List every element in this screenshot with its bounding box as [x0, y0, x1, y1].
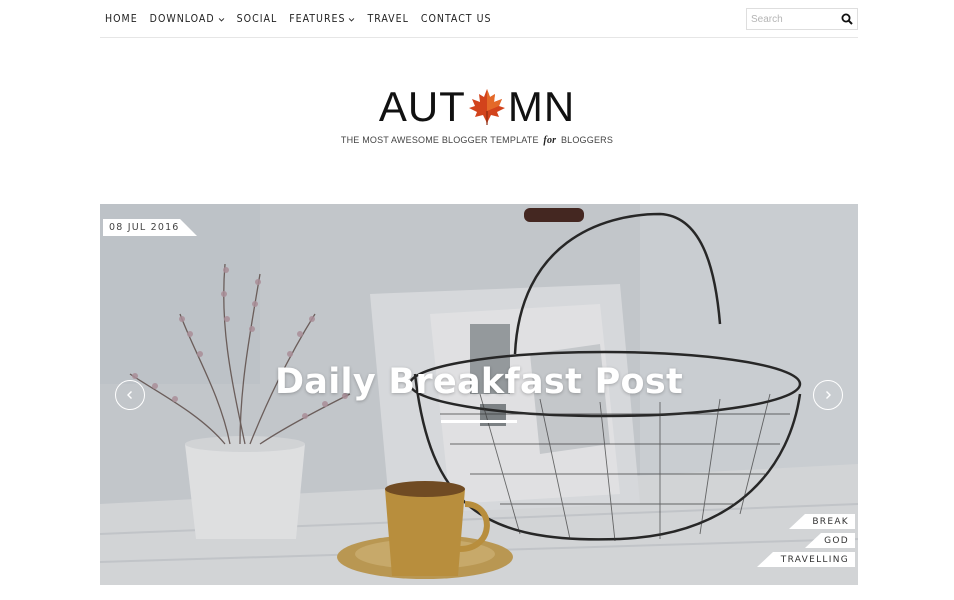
maple-leaf-icon	[468, 89, 505, 125]
site-logo[interactable]: AUT MN THE MOST AWESOME BLOGGER TEMPLATE…	[0, 82, 954, 146]
search-icon[interactable]	[841, 13, 853, 25]
logo-text-end: MN	[507, 83, 576, 130]
nav-item-social[interactable]: SOCIAL	[237, 13, 278, 25]
tagline-for: for	[543, 135, 557, 146]
tag-travelling[interactable]: TRAVELLING	[757, 552, 855, 567]
nav-item-label: HOME	[105, 13, 138, 25]
post-tags: BREAK GOD TRAVELLING	[757, 514, 855, 571]
slider-prev-button[interactable]	[115, 380, 145, 410]
nav-item-travel[interactable]: TRAVEL	[367, 13, 408, 25]
nav-item-label: DOWNLOAD	[149, 13, 215, 25]
tagline-text: THE MOST AWESOME BLOGGER TEMPLATE	[340, 135, 539, 145]
top-navigation-bar: HOME DOWNLOAD SOCIAL FEATURES TRAVEL CON…	[100, 0, 858, 38]
logo-text-start: AUT	[378, 83, 466, 130]
tagline-text-end: BLOGGERS	[560, 135, 614, 145]
chevron-right-icon	[826, 391, 831, 399]
logo-tagline: THE MOST AWESOME BLOGGER TEMPLATE for BL…	[0, 135, 954, 146]
slide-post-title[interactable]: Daily Breakfast Post	[100, 362, 858, 402]
nav-item-label: SOCIAL	[236, 13, 278, 25]
search-input[interactable]	[747, 10, 837, 28]
title-underline	[441, 420, 517, 423]
featured-post-slider[interactable]: 08 JUL 2016 Daily Breakfast Post BREAK G…	[100, 204, 858, 585]
chevron-left-icon	[127, 391, 132, 399]
nav-item-contact-us[interactable]: CONTACT US	[421, 13, 492, 25]
chevron-down-icon	[349, 17, 355, 22]
nav-item-download[interactable]: DOWNLOAD	[150, 13, 225, 25]
logo-wordmark: AUT MN	[379, 82, 575, 132]
nav-item-label: TRAVEL	[367, 13, 409, 25]
nav-item-features[interactable]: FEATURES	[289, 13, 355, 25]
slider-next-button[interactable]	[813, 380, 843, 410]
nav-item-label: CONTACT US	[420, 13, 492, 25]
tag-break[interactable]: BREAK	[789, 514, 855, 529]
nav-item-label: FEATURES	[289, 13, 346, 25]
nav-item-home[interactable]: HOME	[105, 13, 138, 25]
search-box	[746, 8, 858, 30]
tag-god[interactable]: GOD	[805, 533, 855, 548]
chevron-down-icon	[218, 17, 224, 22]
main-menu: HOME DOWNLOAD SOCIAL FEATURES TRAVEL CON…	[105, 0, 503, 38]
